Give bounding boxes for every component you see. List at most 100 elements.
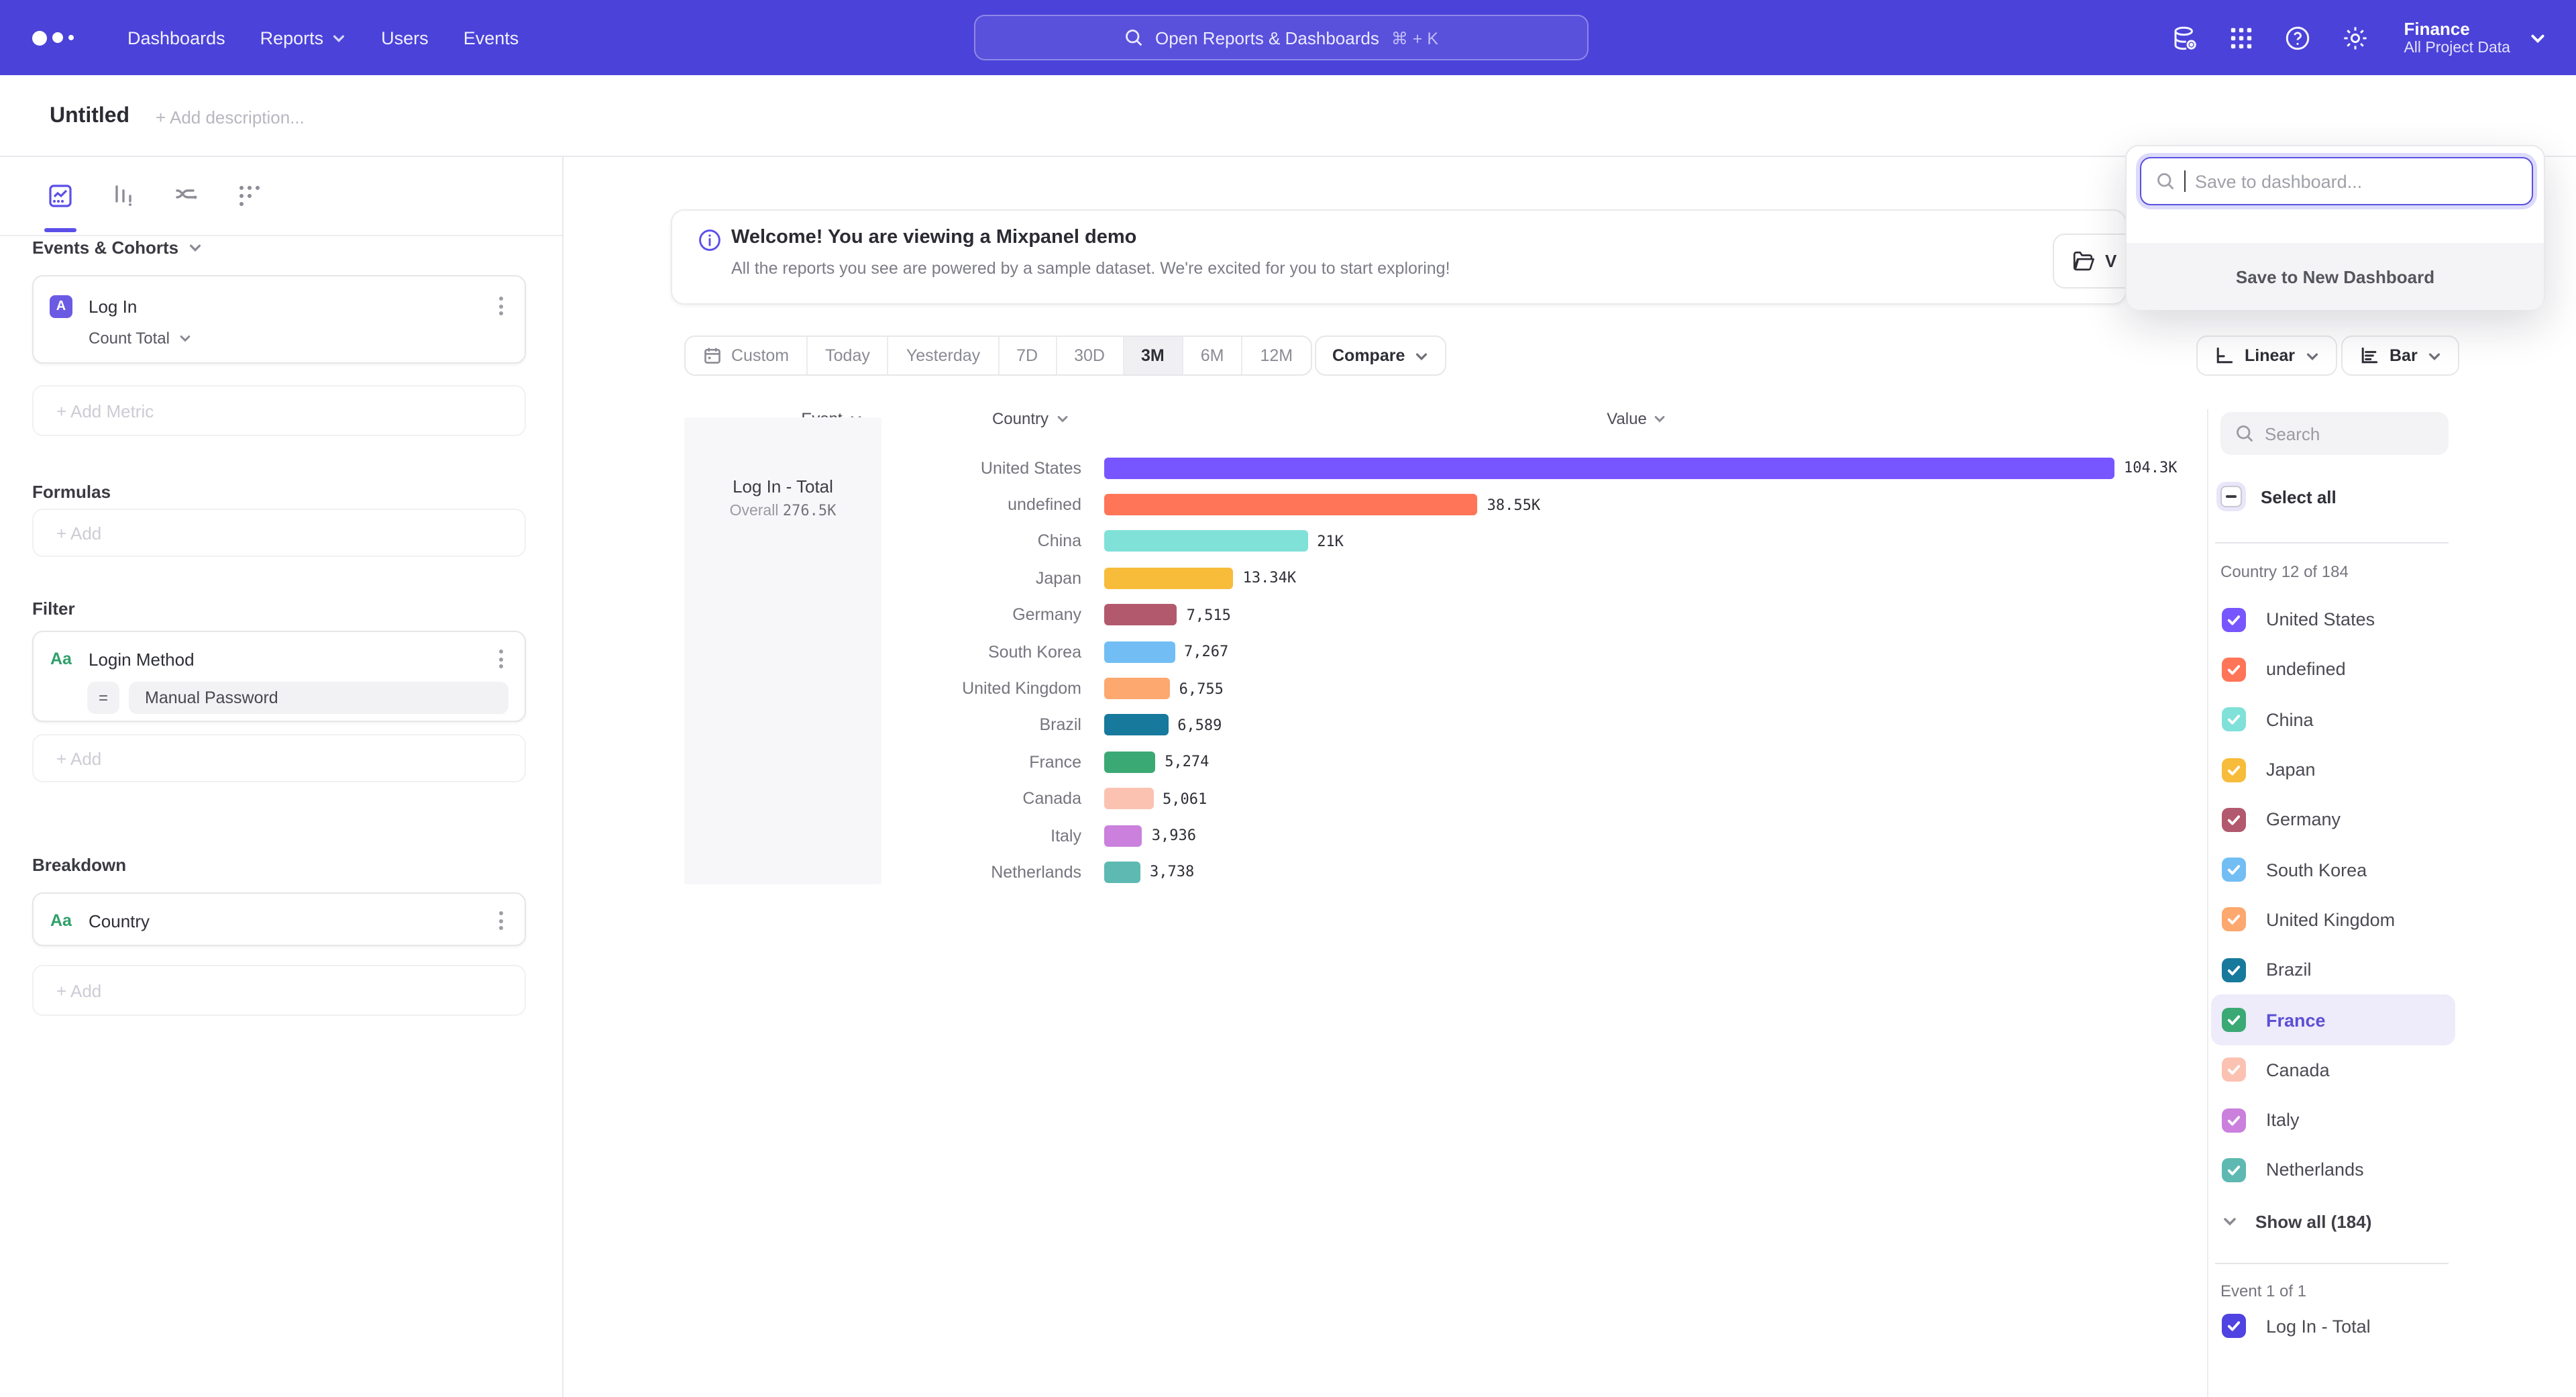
value-bar[interactable]: [1104, 605, 1177, 626]
tab-flows[interactable]: [170, 180, 203, 212]
legend-checkbox[interactable]: [2222, 658, 2246, 682]
mixpanel-logo-icon[interactable]: [32, 30, 91, 45]
value-bar[interactable]: [1104, 678, 1170, 699]
value-bar[interactable]: [1104, 457, 2114, 478]
legend-checkbox[interactable]: [2222, 1108, 2246, 1132]
legend-item-china[interactable]: China: [2211, 694, 2455, 745]
folder-icon: [2072, 250, 2094, 272]
tab-retention[interactable]: [233, 180, 266, 212]
legend-item-france[interactable]: France: [2211, 995, 2455, 1045]
range-12m[interactable]: 12M: [1243, 337, 1311, 374]
range-today[interactable]: Today: [808, 337, 889, 374]
add-metric-button[interactable]: + Add Metric: [32, 385, 526, 436]
filter-operator[interactable]: =: [87, 682, 119, 714]
scale-selector-button[interactable]: Linear: [2196, 335, 2337, 376]
nav-item-events[interactable]: Events: [446, 17, 537, 58]
settings-gear-icon[interactable]: [2341, 23, 2369, 52]
legend-checkbox[interactable]: [2222, 707, 2246, 731]
help-icon[interactable]: [2283, 23, 2311, 52]
value-bar[interactable]: [1104, 862, 1140, 883]
legend-item-brazil[interactable]: Brazil: [2211, 945, 2455, 995]
legend-checkbox[interactable]: [2222, 908, 2246, 932]
filter-kebab-icon[interactable]: [494, 644, 508, 674]
select-all-row[interactable]: Select all: [2220, 486, 2337, 507]
legend-item-united-kingdom[interactable]: United Kingdom: [2211, 895, 2455, 945]
legend-item-netherlands[interactable]: Netherlands: [2211, 1145, 2455, 1196]
save-to-dashboard-input[interactable]: Save to dashboard...: [2140, 157, 2533, 205]
value-bar[interactable]: [1104, 788, 1153, 809]
add-formula-button[interactable]: + Add: [32, 509, 526, 557]
save-to-new-dashboard-button[interactable]: Save to New Dashboard: [2236, 266, 2434, 287]
global-search-input[interactable]: Open Reports & Dashboards ⌘ + K: [974, 15, 1589, 60]
info-icon: [698, 228, 722, 252]
legend-checkbox[interactable]: [2222, 858, 2246, 882]
report-title[interactable]: Untitled: [50, 105, 129, 129]
legend-checkbox[interactable]: [2222, 1008, 2246, 1032]
nav-item-dashboards[interactable]: Dashboards: [110, 17, 243, 58]
value-bar[interactable]: [1104, 641, 1175, 662]
legend-checkbox[interactable]: [2222, 1058, 2246, 1082]
column-header-value[interactable]: Value: [1576, 409, 1697, 428]
aggregation-selector[interactable]: Count Total: [89, 329, 525, 348]
range-30d[interactable]: 30D: [1057, 337, 1124, 374]
breakdown-card[interactable]: Aa Country: [32, 892, 526, 946]
breakdown-kebab-icon[interactable]: [494, 906, 508, 935]
event-checkbox[interactable]: [2222, 1314, 2246, 1338]
value-bar[interactable]: [1104, 715, 1168, 736]
value-label: 5,274: [1165, 754, 1209, 771]
legend-item-italy[interactable]: Italy: [2211, 1095, 2455, 1145]
legend-checkbox[interactable]: [2222, 1158, 2246, 1182]
data-management-icon[interactable]: [2170, 23, 2198, 52]
value-bar[interactable]: [1104, 752, 1155, 773]
legend-item-canada[interactable]: Canada: [2211, 1045, 2455, 1095]
legend-item-south-korea[interactable]: South Korea: [2211, 845, 2455, 895]
metric-card[interactable]: A Log In Count Total: [32, 275, 526, 364]
chart-row: United Kingdom6,755: [564, 670, 2200, 707]
value-bar[interactable]: [1104, 531, 1307, 552]
value-bar[interactable]: [1104, 825, 1142, 846]
demo-banner: Welcome! You are viewing a Mixpanel demo…: [671, 209, 2127, 305]
chart-type-button[interactable]: Bar: [2341, 335, 2459, 376]
country-label: Germany: [564, 606, 1081, 625]
filter-value[interactable]: Manual Password: [129, 682, 508, 714]
nav-item-reports[interactable]: Reports: [243, 17, 364, 58]
compare-button[interactable]: Compare: [1315, 335, 1446, 376]
value-bar[interactable]: [1104, 568, 1234, 589]
chevron-down-icon: [331, 30, 346, 45]
project-switcher[interactable]: Finance All Project Data: [2404, 18, 2546, 57]
search-icon: [1124, 28, 1143, 47]
show-all-button[interactable]: Show all (184): [2211, 1204, 2371, 1239]
legend-checkbox[interactable]: [2222, 758, 2246, 782]
value-bar[interactable]: [1104, 494, 1478, 515]
tab-insights[interactable]: [44, 180, 76, 212]
range-3m[interactable]: 3M: [1124, 337, 1183, 374]
range-7d[interactable]: 7D: [999, 337, 1057, 374]
filter-card[interactable]: Aa Login Method = Manual Password: [32, 631, 526, 722]
range-yesterday[interactable]: Yesterday: [889, 337, 999, 374]
range-custom[interactable]: Custom: [686, 337, 808, 374]
country-label: Japan: [564, 569, 1081, 588]
add-filter-button[interactable]: + Add: [32, 734, 526, 782]
legend-checkbox[interactable]: [2222, 808, 2246, 832]
legend-event-row[interactable]: Log In - Total: [2211, 1306, 2371, 1346]
metric-kebab-icon[interactable]: [494, 291, 508, 321]
check-icon: [2226, 1162, 2242, 1178]
check-icon: [2226, 662, 2242, 678]
legend-item-germany[interactable]: Germany: [2211, 794, 2455, 845]
add-breakdown-button[interactable]: + Add: [32, 965, 526, 1016]
legend-item-japan[interactable]: Japan: [2211, 745, 2455, 795]
legend-item-united-states[interactable]: United States: [2211, 594, 2455, 645]
select-all-checkbox[interactable]: [2220, 486, 2242, 507]
column-header-country[interactable]: Country: [966, 409, 1095, 428]
apps-grid-icon[interactable]: [2228, 25, 2253, 50]
legend-checkbox[interactable]: [2222, 607, 2246, 631]
save-to-dashboard-popover: Save to dashboard... Save to New Dashboa…: [2125, 145, 2545, 309]
legend-search-input[interactable]: Search: [2220, 412, 2449, 455]
range-6m[interactable]: 6M: [1183, 337, 1243, 374]
events-cohorts-heading[interactable]: Events & Cohorts: [32, 238, 203, 258]
legend-item-undefined[interactable]: undefined: [2211, 645, 2455, 695]
tab-funnels[interactable]: [107, 180, 140, 212]
legend-checkbox[interactable]: [2222, 958, 2246, 982]
nav-item-users[interactable]: Users: [364, 17, 446, 58]
add-description-placeholder[interactable]: + Add description...: [156, 107, 305, 127]
